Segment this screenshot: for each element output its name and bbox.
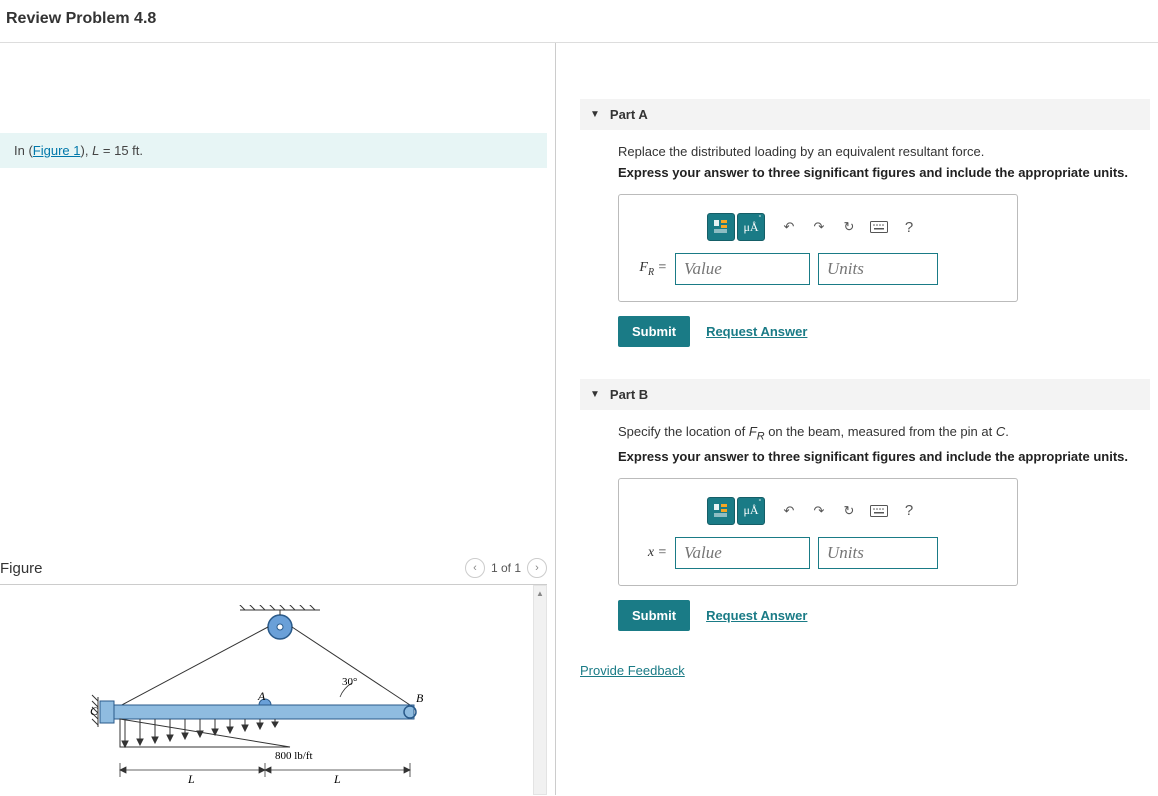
part-b-title: Part B <box>610 387 648 402</box>
given-prefix: In ( <box>14 143 33 158</box>
part-a-section: ▼ Part A Replace the distributed loading… <box>580 99 1150 351</box>
part-a-toolbar: μÅ ° ↶ ↷ ↻ ? <box>637 213 999 241</box>
part-b-variable: x = <box>637 545 667 561</box>
part-a-request-answer-link[interactable]: Request Answer <box>706 324 807 339</box>
help-icon[interactable]: ? <box>895 213 923 241</box>
figure-link[interactable]: Figure 1 <box>33 143 81 158</box>
part-a-units-input[interactable] <box>818 253 938 285</box>
undo-icon[interactable]: ↶ <box>775 497 803 525</box>
figure-pager: ‹ 1 of 1 › <box>465 558 547 578</box>
pager-next-button[interactable]: › <box>527 558 547 578</box>
part-b-answer-box: μÅ ° ↶ ↷ ↻ ? x = <box>618 478 1018 586</box>
part-a-title: Part A <box>610 107 648 122</box>
part-b-prompt: Specify the location of FR on the beam, … <box>618 424 1140 443</box>
scrollbar[interactable]: ▲ <box>533 585 547 795</box>
units-icon[interactable]: μÅ ° <box>737 213 765 241</box>
angle-label: 30° <box>342 676 357 688</box>
dim-L2: L <box>333 772 341 786</box>
part-a-variable: FR = <box>637 260 667 278</box>
units-label: μÅ <box>743 220 758 235</box>
keyboard-icon[interactable] <box>865 497 893 525</box>
part-a-answer-box: μÅ ° ↶ ↷ ↻ ? FR = <box>618 194 1018 302</box>
part-b-submit-button[interactable]: Submit <box>618 600 690 631</box>
templates-icon[interactable] <box>707 497 735 525</box>
caret-down-icon: ▼ <box>590 109 600 120</box>
right-column: ▼ Part A Replace the distributed loading… <box>556 43 1158 795</box>
part-a-value-input[interactable] <box>675 253 810 285</box>
part-b-toolbar: μÅ ° ↶ ↷ ↻ ? <box>637 497 999 525</box>
pager-prev-button[interactable]: ‹ <box>465 558 485 578</box>
reset-icon[interactable]: ↻ <box>835 497 863 525</box>
part-b-value-input[interactable] <box>675 537 810 569</box>
load-label: 800 lb/ft <box>275 750 313 762</box>
units-icon[interactable]: μÅ ° <box>737 497 765 525</box>
scroll-up-icon[interactable]: ▲ <box>534 586 546 600</box>
reset-icon[interactable]: ↻ <box>835 213 863 241</box>
label-B: B <box>416 691 424 705</box>
provide-feedback-link[interactable]: Provide Feedback <box>580 663 685 678</box>
part-a-instruction: Express your answer to three significant… <box>618 165 1140 180</box>
dim-L1: L <box>187 772 195 786</box>
part-b-request-answer-link[interactable]: Request Answer <box>706 608 807 623</box>
help-icon[interactable]: ? <box>895 497 923 525</box>
page-title: Review Problem 4.8 <box>0 0 1158 42</box>
redo-icon[interactable]: ↷ <box>805 213 833 241</box>
beam-diagram: A B C 30° 800 lb/ft L L <box>90 605 430 795</box>
caret-down-icon: ▼ <box>590 389 600 400</box>
units-label: μÅ <box>743 503 758 518</box>
keyboard-icon[interactable] <box>865 213 893 241</box>
part-b-units-input[interactable] <box>818 537 938 569</box>
templates-icon[interactable] <box>707 213 735 241</box>
left-column: In (Figure 1), L = 15 ft. Figure ‹ 1 of … <box>0 43 556 795</box>
part-a-header[interactable]: ▼ Part A <box>580 99 1150 130</box>
figure-body: ▲ <box>0 585 547 795</box>
part-a-prompt: Replace the distributed loading by an eq… <box>618 144 1140 159</box>
part-a-submit-button[interactable]: Submit <box>618 316 690 347</box>
undo-icon[interactable]: ↶ <box>775 213 803 241</box>
part-b-instruction: Express your answer to three significant… <box>618 449 1140 464</box>
figure-panel: Figure ‹ 1 of 1 › ▲ <box>0 552 555 795</box>
redo-icon[interactable]: ↷ <box>805 497 833 525</box>
given-suffix: ), L = 15 ft. <box>81 143 144 158</box>
label-A: A <box>257 689 266 703</box>
label-C: C <box>90 704 99 718</box>
figure-title: Figure <box>0 560 43 577</box>
part-b-section: ▼ Part B Specify the location of FR on t… <box>580 379 1150 635</box>
part-b-header[interactable]: ▼ Part B <box>580 379 1150 410</box>
pager-label: 1 of 1 <box>491 561 521 575</box>
problem-given: In (Figure 1), L = 15 ft. <box>0 133 547 168</box>
